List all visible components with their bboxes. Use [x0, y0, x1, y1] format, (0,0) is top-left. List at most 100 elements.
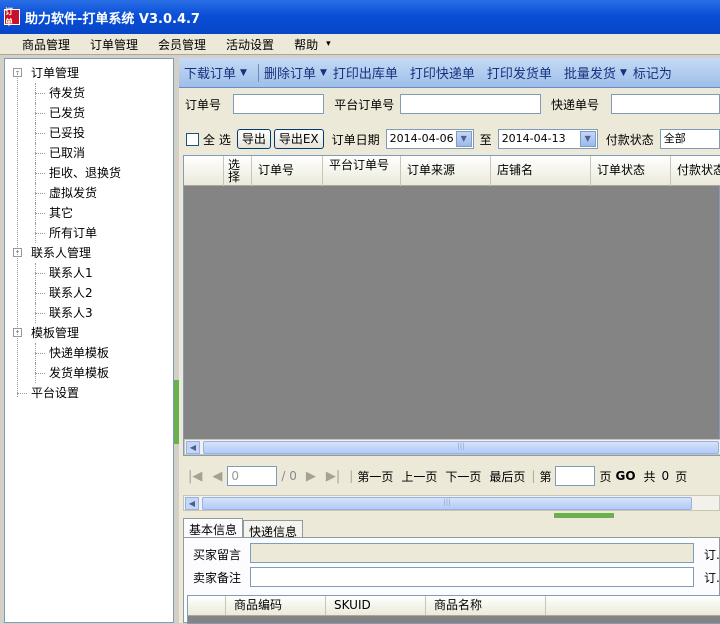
delete-orders-button[interactable]: 删除订单: [264, 63, 316, 82]
tree-connector: [35, 263, 36, 283]
items-row-header-cell: [188, 596, 226, 615]
first-page-link[interactable]: 第一页: [357, 468, 393, 485]
page-input[interactable]: 0: [227, 466, 278, 486]
tree-connector: [35, 113, 45, 114]
menu-orders[interactable]: 订单管理: [90, 36, 138, 53]
date-to-dropdown-icon[interactable]: ▼: [579, 131, 596, 147]
col-order-status[interactable]: 订单状态: [591, 156, 671, 186]
toolbar: 下载订单 ▼ 删除订单 ▼ 打印出库单 打印快递单 打印发货单 批量发货 ▼ 标…: [179, 58, 720, 88]
tree-connector: [17, 393, 27, 394]
tree-item[interactable]: 其它: [5, 203, 173, 223]
tree-item[interactable]: 待发货: [5, 83, 173, 103]
tree-connector: [35, 153, 45, 154]
tree-group[interactable]: - 模板管理: [5, 323, 173, 343]
tree-group[interactable]: 平台设置: [5, 383, 173, 403]
date-to-picker[interactable]: 2014-04-13 ▼: [497, 129, 598, 149]
main-panel: 下载订单 ▼ 删除订单 ▼ 打印出库单 打印快递单 打印发货单 批量发货 ▼ 标…: [179, 58, 720, 624]
menu-goods[interactable]: 商品管理: [22, 36, 70, 53]
col-sku-code[interactable]: 商品编码: [226, 596, 326, 615]
print-express-button[interactable]: 打印快递单: [410, 63, 475, 82]
express-no-label: 快递单号: [550, 97, 599, 112]
tree-connector: [35, 343, 36, 363]
order-no-label: 订单号: [185, 97, 222, 112]
tree-item[interactable]: 已发货: [5, 103, 173, 123]
prev-page-icon[interactable]: ◀: [212, 469, 222, 484]
menu-overflow-icon[interactable]: ▾: [326, 39, 331, 49]
tree-item[interactable]: 发货单模板: [5, 363, 173, 383]
tree-item[interactable]: 所有订单: [5, 223, 173, 243]
tree-connector: [35, 163, 36, 183]
batch-ship-button[interactable]: 批量发货: [564, 63, 616, 82]
tab-basic-info[interactable]: 基本信息: [183, 518, 244, 538]
col-product-name[interactable]: 商品名称: [426, 596, 546, 615]
delete-dropdown-icon[interactable]: ▼: [320, 68, 327, 78]
last-page-icon[interactable]: ▶|: [326, 469, 340, 484]
menu-help[interactable]: 帮助: [294, 36, 318, 53]
col-pay-status[interactable]: 付款状态: [671, 156, 720, 186]
batch-ship-dropdown-icon[interactable]: ▼: [620, 68, 627, 78]
print-outbound-button[interactable]: 打印出库单: [333, 63, 398, 82]
date-from-picker[interactable]: 2014-04-06 ▼: [385, 129, 474, 149]
tree-connector: [35, 93, 45, 94]
export-ex-button[interactable]: 导出EX: [273, 129, 324, 149]
tree-item[interactable]: 联系人3: [5, 303, 173, 323]
tree-connector: [35, 313, 45, 314]
tree-label: 联系人3: [49, 306, 93, 320]
scroll-left-icon[interactable]: ◀: [186, 441, 200, 454]
tree-item[interactable]: 拒收、退换货: [5, 163, 173, 183]
col-shop[interactable]: 店铺名: [491, 156, 591, 186]
date-from-dropdown-icon[interactable]: ▼: [455, 131, 472, 147]
seller-note-input[interactable]: [250, 567, 694, 587]
col-select[interactable]: 选择: [224, 156, 252, 186]
tree-connector: [35, 183, 36, 203]
menu-activity[interactable]: 活动设置: [226, 36, 274, 53]
next-page-link[interactable]: 下一页: [445, 468, 481, 485]
prev-page-link[interactable]: 上一页: [401, 468, 437, 485]
col-source[interactable]: 订单来源: [401, 156, 491, 186]
outer-hscrollbar[interactable]: ◀ |||: [183, 495, 720, 511]
goto-page-input[interactable]: [555, 466, 596, 486]
col-skuid[interactable]: SKUID: [326, 596, 426, 615]
tree-group[interactable]: - 联系人管理: [5, 243, 173, 263]
tree-label: 拒收、退换货: [49, 166, 122, 180]
tree-connector: [35, 373, 45, 374]
platform-no-input[interactable]: [400, 94, 541, 114]
pay-status-select[interactable]: 全部: [659, 129, 720, 149]
express-no-input[interactable]: [610, 94, 720, 114]
first-page-icon[interactable]: |◀: [188, 469, 202, 484]
order-no-input[interactable]: [233, 94, 325, 114]
tree-item[interactable]: 虚拟发货: [5, 183, 173, 203]
tab-express-info[interactable]: 快递信息: [243, 520, 304, 539]
tree-item[interactable]: 联系人1: [5, 263, 173, 283]
grid-header: 选择 订单号 平台订单号 订单来源 店铺名 订单状态 付款状态: [184, 156, 720, 186]
order-date-label: 订单日期: [331, 132, 380, 147]
right-label-2: 订...: [704, 571, 720, 585]
col-platform-no[interactable]: 平台订单号: [323, 156, 401, 186]
window-title: 助力软件-打单系统 V3.0.4.7: [25, 11, 200, 27]
tree-item[interactable]: 已妥投: [5, 123, 173, 143]
grid-scroll-thumb[interactable]: |||: [203, 441, 719, 454]
download-dropdown-icon[interactable]: ▼: [240, 68, 247, 78]
export-button[interactable]: 导出: [236, 129, 271, 149]
next-page-icon[interactable]: ▶: [306, 469, 316, 484]
print-delivery-button[interactable]: 打印发货单: [487, 63, 552, 82]
go-button[interactable]: GO: [615, 469, 635, 483]
outer-scroll-thumb[interactable]: |||: [202, 497, 692, 510]
date-from-value: 2014-04-06: [389, 132, 454, 145]
select-all-checkbox[interactable]: [186, 132, 199, 146]
col-order-no[interactable]: 订单号: [252, 156, 323, 186]
grid-hscrollbar[interactable]: ◀ |||: [184, 439, 720, 455]
mark-as-button[interactable]: 标记为: [633, 63, 672, 82]
goto-prefix: 第: [539, 469, 552, 484]
items-grid-header: 商品编码 SKUID 商品名称: [188, 596, 720, 616]
tree-label: 所有订单: [49, 226, 98, 240]
tree-item[interactable]: 联系人2: [5, 283, 173, 303]
tree-connector: [35, 203, 36, 223]
tree-item[interactable]: 快递单模板: [5, 343, 173, 363]
last-page-link[interactable]: 最后页: [489, 468, 525, 485]
tree-item[interactable]: 已取消: [5, 143, 173, 163]
menu-members[interactable]: 会员管理: [158, 36, 206, 53]
download-orders-button[interactable]: 下载订单: [184, 63, 236, 82]
outer-scroll-left-icon[interactable]: ◀: [185, 497, 199, 510]
tree-group[interactable]: - 订单管理: [5, 63, 173, 83]
